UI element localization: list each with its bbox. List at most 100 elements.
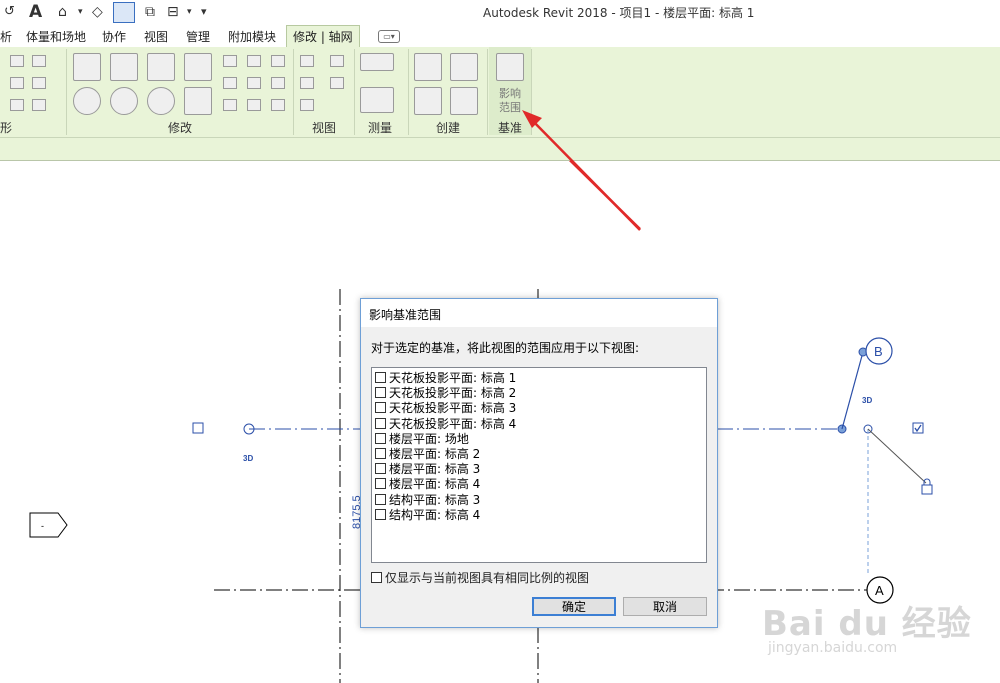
scale-icon[interactable] xyxy=(247,77,261,89)
lock-icon[interactable] xyxy=(921,484,933,495)
panel-label-modify: 修改 xyxy=(168,121,193,135)
rotate-icon[interactable] xyxy=(147,87,175,115)
linework-icon[interactable] xyxy=(330,77,344,89)
panel-divider xyxy=(293,49,294,135)
tab-modify-grids[interactable]: 修改 | 轴网 xyxy=(286,25,360,48)
watermark-brand: Bai du 经验 xyxy=(762,604,972,644)
eraser-icon[interactable] xyxy=(300,99,314,111)
elevation-marker[interactable] xyxy=(29,512,68,538)
list-item[interactable]: 结构平面: 标高 3 xyxy=(372,492,706,507)
create-similar-icon[interactable] xyxy=(450,87,478,115)
watermark: Bai du 经验 jingyan.baidu.com xyxy=(762,596,994,666)
measure-distance-icon[interactable] xyxy=(360,87,394,113)
influence-extents-icon[interactable] xyxy=(496,53,524,81)
grid-end-handle[interactable] xyxy=(192,422,204,434)
text-tool-icon[interactable]: A xyxy=(29,2,42,22)
default-3d-view-icon[interactable]: ⌂ xyxy=(58,2,67,22)
align-icon[interactable] xyxy=(73,53,101,81)
join-icon[interactable] xyxy=(32,55,46,67)
pin-icon[interactable] xyxy=(271,77,285,89)
close-hidden-windows-icon[interactable]: ⧉ xyxy=(145,2,155,22)
cut-icon[interactable] xyxy=(10,55,24,67)
mirror-draw-icon[interactable] xyxy=(184,53,212,81)
create-assembly-icon[interactable] xyxy=(450,53,478,81)
mirror-axis-icon[interactable] xyxy=(147,53,175,81)
hide-bubble-checkbox-icon[interactable] xyxy=(912,422,924,434)
ribbon-tab-bar: 析 体量和场地 协作 视图 管理 附加模块 修改 | 轴网 ▭▾ xyxy=(0,25,1000,48)
annotation-arrow-head xyxy=(522,110,542,128)
list-item[interactable]: 天花板投影平面: 标高 2 xyxy=(372,385,706,400)
split-element-icon[interactable] xyxy=(223,55,237,67)
grid-bubble-b-label: B xyxy=(874,344,883,359)
paste-icon[interactable] xyxy=(10,77,24,89)
list-item[interactable]: 楼层平面: 标高 3 xyxy=(372,461,706,476)
paint-brush-icon[interactable] xyxy=(300,77,314,89)
cancel-button[interactable]: 取消 xyxy=(623,597,707,616)
match-type-icon[interactable] xyxy=(32,77,46,89)
list-item[interactable]: 结构平面: 标高 4 xyxy=(372,507,706,522)
offset-icon[interactable] xyxy=(110,53,138,81)
override-graphics-icon[interactable] xyxy=(330,55,344,67)
list-item[interactable]: 楼层平面: 标高 2 xyxy=(372,446,706,461)
list-item[interactable]: 天花板投影平面: 标高 3 xyxy=(372,400,706,415)
customize-toolbar-icon[interactable]: ▾ xyxy=(201,2,207,22)
copy-icon[interactable] xyxy=(110,87,138,115)
list-item[interactable]: 天花板投影平面: 标高 4 xyxy=(372,416,706,431)
array-icon[interactable] xyxy=(223,77,237,89)
label-3d-right[interactable]: 3D xyxy=(862,396,872,405)
tab-analyze[interactable]: 析 xyxy=(0,28,12,45)
view-checkbox[interactable] xyxy=(375,448,386,460)
panel-divider xyxy=(66,49,67,135)
aligned-dimension-icon[interactable] xyxy=(360,53,394,71)
view-checkbox[interactable] xyxy=(375,417,386,429)
elbow-leader-b[interactable] xyxy=(841,351,864,430)
create-parts-icon[interactable] xyxy=(414,87,442,115)
thin-lines-icon[interactable] xyxy=(113,2,135,23)
switch-windows-icon[interactable]: ⊟ xyxy=(167,2,179,22)
tab-collaborate[interactable]: 协作 xyxy=(102,28,126,45)
lightbulb-icon[interactable] xyxy=(300,55,314,67)
same-scale-checkbox[interactable] xyxy=(371,572,382,583)
ok-button[interactable]: 确定 xyxy=(532,597,616,616)
delete-icon[interactable] xyxy=(271,99,285,111)
tab-manage[interactable]: 管理 xyxy=(186,28,210,45)
trim-extend-icon[interactable] xyxy=(184,87,212,115)
annotation-arrow-shaft xyxy=(527,115,641,231)
create-group-icon[interactable] xyxy=(414,53,442,81)
view-checkbox[interactable] xyxy=(375,372,386,384)
list-item[interactable]: 楼层平面: 标高 4 xyxy=(372,476,706,491)
panel-divider xyxy=(408,49,409,135)
view-checkbox[interactable] xyxy=(375,508,386,520)
tab-massing-site[interactable]: 体量和场地 xyxy=(26,28,86,45)
chevron-down-icon[interactable]: ▾ xyxy=(187,2,192,22)
dialog-title-bar[interactable]: 影响基准范围 xyxy=(361,299,717,327)
view-checkbox[interactable] xyxy=(375,493,386,505)
recent-icon[interactable]: ↺ xyxy=(4,2,15,22)
panel-label-measure: 测量 xyxy=(368,121,393,135)
view-label: 结构平面: 标高 4 xyxy=(389,507,481,522)
tab-view[interactable]: 视图 xyxy=(144,28,168,45)
view-checkbox[interactable] xyxy=(375,432,386,444)
label-3d-left[interactable]: 3D xyxy=(243,454,253,463)
split-icon[interactable] xyxy=(10,99,24,111)
view-checkbox[interactable] xyxy=(375,402,386,414)
list-item[interactable]: 天花板投影平面: 标高 1 xyxy=(372,370,706,385)
tab-dropdown-button[interactable]: ▭▾ xyxy=(378,30,400,43)
same-scale-label: 仅显示与当前视图具有相同比例的视图 xyxy=(385,571,590,585)
view-list[interactable]: 天花板投影平面: 标高 1 天花板投影平面: 标高 2 天花板投影平面: 标高 … xyxy=(371,367,707,563)
view-checkbox[interactable] xyxy=(375,463,386,475)
chevron-down-icon[interactable]: ▾ xyxy=(78,2,83,22)
trim-single-icon[interactable] xyxy=(223,99,237,111)
view-checkbox[interactable] xyxy=(375,387,386,399)
list-item[interactable]: 楼层平面: 场地 xyxy=(372,431,706,446)
unpin-icon[interactable] xyxy=(271,55,285,67)
view-checkbox[interactable] xyxy=(375,478,386,490)
hammer-icon[interactable] xyxy=(32,99,46,111)
measure-icon[interactable]: ◇ xyxy=(92,2,103,22)
same-scale-option[interactable]: 仅显示与当前视图具有相同比例的视图 xyxy=(371,569,589,586)
panel-label-view: 视图 xyxy=(312,121,337,135)
split-gap-icon[interactable] xyxy=(247,55,261,67)
move-icon[interactable] xyxy=(73,87,101,115)
trim-multiple-icon[interactable] xyxy=(247,99,261,111)
tab-add-ins[interactable]: 附加模块 xyxy=(228,28,276,45)
